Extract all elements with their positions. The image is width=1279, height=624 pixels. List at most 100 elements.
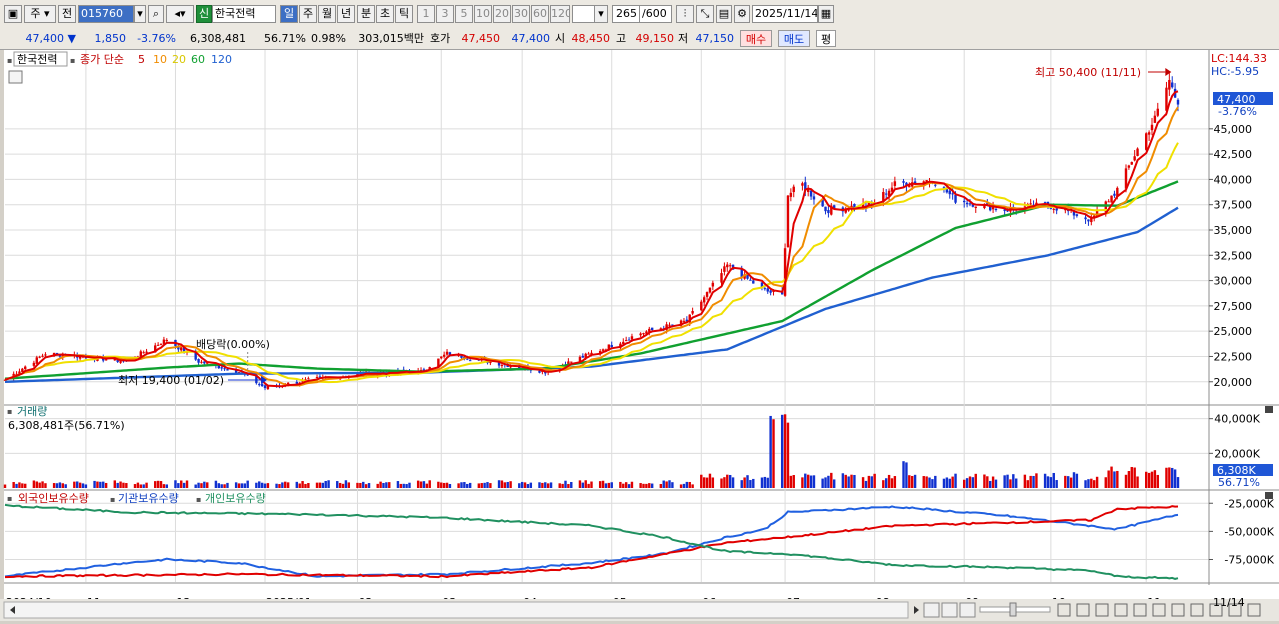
interval-dropdown-icon[interactable]: ▾ [594, 5, 608, 23]
volume-bar [546, 483, 550, 488]
volume-bar [700, 474, 703, 488]
volume-bar [32, 480, 36, 488]
count-input[interactable]: 265 [612, 5, 640, 23]
volume-bar [1003, 475, 1006, 488]
volume-bar [139, 484, 142, 488]
candle-body [41, 355, 44, 357]
price-change-rate: -3.76% [137, 32, 176, 45]
calendar-icon[interactable]: ▦ [818, 5, 834, 23]
price-chart-svg[interactable]: 20,000 22,500 25,000 27,500 30,000 32,500 35,0… [0, 50, 1279, 621]
volume-bar [1090, 478, 1093, 488]
code-dropdown-icon[interactable]: ▾ [134, 5, 146, 23]
candle-body [263, 385, 267, 389]
crosshair-icon[interactable]: ⤡ [696, 5, 714, 23]
period-tab-second[interactable]: 초 [376, 5, 394, 23]
volume-bar [665, 481, 668, 488]
volume-bar [910, 475, 914, 488]
volume-bar [341, 483, 345, 488]
volume-bar [870, 476, 873, 488]
volume-bar [520, 481, 524, 488]
save-icon[interactable]: ▤ [716, 5, 732, 23]
volume-bar [18, 482, 21, 488]
stock-label: 한국전력 [17, 53, 57, 66]
interval-3[interactable]: 3 [436, 5, 454, 23]
grid-toggle-icon[interactable] [8, 70, 23, 84]
candle-body [786, 195, 790, 248]
volume-bar [55, 483, 59, 488]
volume-bar [570, 482, 573, 488]
candle-body [726, 264, 729, 268]
period-tab-year[interactable]: 년 [337, 5, 355, 23]
ask-price: 47,450 [461, 32, 501, 45]
candle-type-icon[interactable]: ⫶ [676, 5, 694, 23]
sell-button[interactable]: 매도 [778, 30, 810, 47]
interval-10[interactable]: 10 [474, 5, 492, 23]
volume-bar [78, 482, 82, 488]
period-tab-month[interactable]: 월 [318, 5, 336, 23]
volume-bar [705, 477, 709, 488]
volume-bar [1067, 476, 1070, 488]
turnover-rate: 0.98% [311, 32, 346, 45]
code-input[interactable]: 015760 [78, 5, 134, 23]
interval-30[interactable]: 30 [512, 5, 530, 23]
volume-bar [1165, 467, 1168, 488]
volume-bar [1136, 476, 1139, 488]
sound-icon[interactable]: ◂▾ [166, 5, 194, 23]
candle-body [223, 368, 226, 370]
candle-body [1043, 201, 1047, 203]
volume-bar [133, 484, 137, 488]
candle-body [44, 354, 47, 356]
candle-body [749, 279, 752, 281]
interval-120[interactable]: 120 [550, 5, 570, 23]
investor-tick-label: -25,000K [1224, 497, 1274, 510]
period-tab-week[interactable]: 주 [299, 5, 317, 23]
period-tab-minute[interactable]: 분 [357, 5, 375, 23]
date-input[interactable]: 2025/11/14 [752, 5, 818, 23]
volume-bar [1133, 467, 1136, 488]
volume-bar [1127, 471, 1131, 488]
interval-1[interactable]: 1 [417, 5, 435, 23]
volume-bar [1107, 470, 1110, 488]
volume-bar [399, 483, 403, 488]
scroll-track [3, 601, 909, 619]
window-menu-icon[interactable]: ▣ [4, 5, 22, 23]
volume-bar [954, 473, 957, 488]
volume-bar [347, 482, 351, 488]
candle-body [1147, 132, 1151, 135]
volume-bar [1009, 479, 1012, 488]
quote-bar: 47,400 ▼ 1,850 -3.76% 6,308,481 56.71% 0… [0, 28, 1279, 50]
volume-bar [769, 415, 772, 488]
volume-bar [226, 482, 229, 488]
volume-bar [867, 475, 871, 488]
ma20-label: 20 [172, 53, 186, 66]
volume-bar [419, 481, 423, 488]
min-price-note: 최저 19,400 (01/02) [118, 374, 224, 387]
volume-bar [584, 480, 587, 488]
hc-label: HC:-5.95 [1211, 65, 1259, 78]
period-tab-tick[interactable]: 틱 [395, 5, 413, 23]
volume-bar [12, 482, 15, 488]
search-icon[interactable]: ⌕ [148, 5, 164, 23]
interval-20[interactable]: 20 [493, 5, 511, 23]
volume-bar [125, 483, 128, 488]
mode-select[interactable]: 주 ▾ [24, 5, 56, 23]
volume-bar [145, 482, 148, 488]
volume-bar [760, 477, 764, 488]
volume-bar [382, 482, 385, 488]
period-tab-day[interactable]: 일 [280, 5, 298, 23]
volume-bar [64, 484, 67, 488]
volume-bar [93, 480, 96, 488]
interval-5[interactable]: 5 [455, 5, 473, 23]
volume-bar [1173, 469, 1177, 488]
compare-button[interactable]: 전 [58, 5, 76, 23]
ma120-label: 120 [211, 53, 232, 66]
interval-60[interactable]: 60 [531, 5, 549, 23]
gear-icon[interactable]: ⚙ [734, 5, 750, 23]
ma-label: 종가 단순 [80, 53, 124, 66]
volume-bar [974, 473, 977, 488]
volume-bar [890, 478, 894, 488]
stock-name-field[interactable]: 한국전력 [212, 5, 276, 23]
trade-amount: 303,015백만 [358, 32, 424, 45]
eval-button[interactable]: 평 [816, 30, 836, 47]
buy-button[interactable]: 매수 [740, 30, 772, 47]
